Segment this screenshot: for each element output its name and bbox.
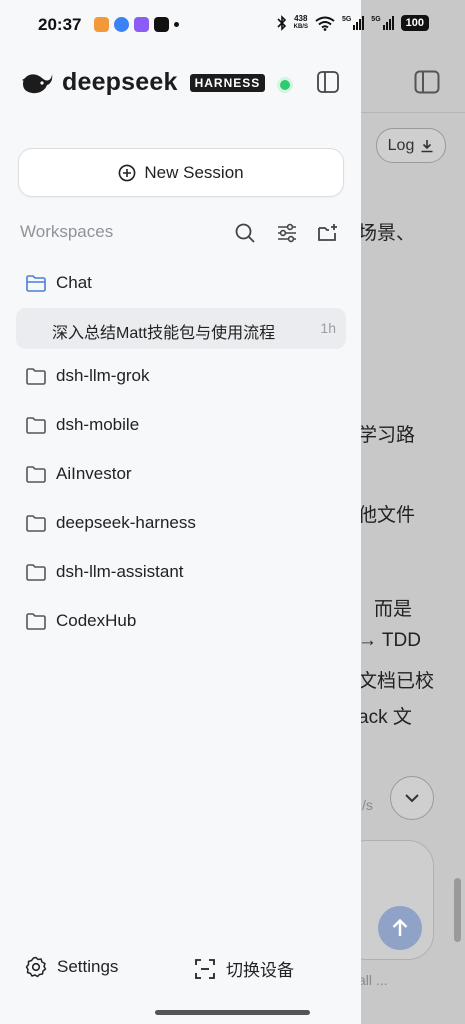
new-folder-icon[interactable] [317, 222, 339, 244]
folder-label: CodexHub [56, 611, 137, 630]
network-speed-unit: KB/S [293, 24, 308, 30]
session-item[interactable]: 深入总结Matt技能包与使用流程 1h [16, 308, 346, 349]
arrow-up-icon [392, 918, 408, 936]
folder-label: deepseek-harness [56, 513, 196, 532]
message-text-line: 场景、 [358, 223, 416, 244]
header-divider [360, 112, 465, 113]
send-button[interactable] [378, 906, 422, 950]
app-notification-icon [134, 17, 149, 32]
harness-badge: HARNESS [189, 73, 266, 92]
settings-button[interactable]: Settings [25, 956, 118, 978]
folder-item-aiinvestor[interactable]: AiInvestor [26, 464, 132, 484]
signal-icon: 5G [371, 16, 394, 30]
network-speed-value: 438 [294, 14, 308, 23]
folder-item-deepseek-harness[interactable]: deepseek-harness [26, 513, 196, 533]
message-text-line: ack 文 [358, 707, 412, 728]
new-session-label: New Session [144, 162, 244, 182]
session-title: 深入总结Matt技能包与使用流程 [52, 325, 276, 342]
folder-icon [26, 563, 46, 581]
signal-label: 5G [341, 16, 352, 23]
scan-frame-icon [195, 958, 215, 979]
home-indicator[interactable] [155, 1010, 310, 1015]
message-text-line: 学习路 [358, 425, 416, 446]
status-bar: 20:37 438 KB/S 5G 5G 100 [0, 0, 465, 52]
session-time: 1h [320, 320, 336, 336]
wifi-icon [315, 16, 335, 31]
plus-circle-icon [118, 164, 136, 181]
battery-indicator: 100 [400, 15, 429, 31]
scrollbar[interactable] [454, 878, 461, 942]
chevron-down-icon [405, 794, 419, 803]
log-button-label: Log [387, 136, 415, 154]
folder-icon [26, 416, 46, 434]
faded-text: /s [362, 797, 373, 813]
folder-open-icon [26, 274, 46, 292]
input-hint-text: all ... [358, 972, 388, 988]
folder-item-codexhub[interactable]: CodexHub [26, 611, 136, 631]
folder-label: dsh-llm-assistant [56, 562, 184, 581]
more-notifications-dot [174, 22, 179, 27]
switch-device-label: 切换设备 [226, 961, 294, 980]
scroll-down-button[interactable] [390, 776, 434, 820]
settings-label: Settings [57, 957, 119, 976]
folder-icon [26, 367, 46, 385]
folder-item-dsh-llm-assistant[interactable]: dsh-llm-assistant [26, 562, 184, 582]
status-right: 438 KB/S 5G 5G 100 [277, 15, 429, 31]
folder-label: dsh-mobile [56, 415, 140, 434]
message-text-line: 文档已校 [358, 671, 435, 692]
signal-icon: 5G [341, 16, 365, 30]
message-text-line: 他文件 [358, 505, 416, 526]
folder-icon [26, 612, 46, 630]
folder-label: Chat [56, 273, 92, 292]
filter-sliders-icon[interactable] [276, 222, 298, 244]
folder-item-dsh-mobile[interactable]: dsh-mobile [26, 415, 139, 435]
tiktok-icon [154, 17, 169, 32]
brand-name: deepseek [62, 68, 178, 96]
app-notification-icon [94, 17, 109, 32]
navigation-drawer: deepseek HARNESS New Session Workspaces [0, 0, 361, 1024]
folder-item-chat[interactable]: Chat [26, 273, 92, 293]
new-session-button[interactable]: New Session [18, 148, 344, 197]
message-text-line: 而是 [374, 599, 413, 620]
sidebar-toggle-icon[interactable] [414, 70, 440, 94]
bluetooth-icon [277, 15, 286, 31]
log-button[interactable]: Log [376, 128, 446, 163]
folder-item-dsh-llm-grok[interactable]: dsh-llm-grok [26, 366, 150, 386]
folder-icon [26, 514, 46, 532]
sidebar-toggle-icon[interactable] [317, 71, 339, 93]
network-speed: 438 KB/S [294, 15, 308, 31]
online-status-dot [280, 80, 290, 90]
brand-logo: deepseek HARNESS [20, 68, 266, 97]
workspaces-title: Workspaces [20, 222, 114, 241]
whale-logo-icon [22, 73, 53, 93]
notification-icons [94, 17, 179, 32]
signal-label: 5G [371, 16, 381, 23]
folder-label: dsh-llm-grok [56, 366, 150, 385]
app-notification-icon [114, 17, 129, 32]
clock: 20:37 [38, 15, 82, 34]
message-text-line: → TDD [358, 630, 421, 651]
workspaces-header: Workspaces [20, 222, 342, 244]
gear-icon [25, 956, 47, 978]
download-icon [421, 139, 433, 152]
folder-icon [26, 465, 46, 483]
folder-label: AiInvestor [56, 464, 132, 483]
search-icon[interactable] [234, 222, 256, 244]
switch-device-button[interactable]: 切换设备 [194, 956, 294, 981]
